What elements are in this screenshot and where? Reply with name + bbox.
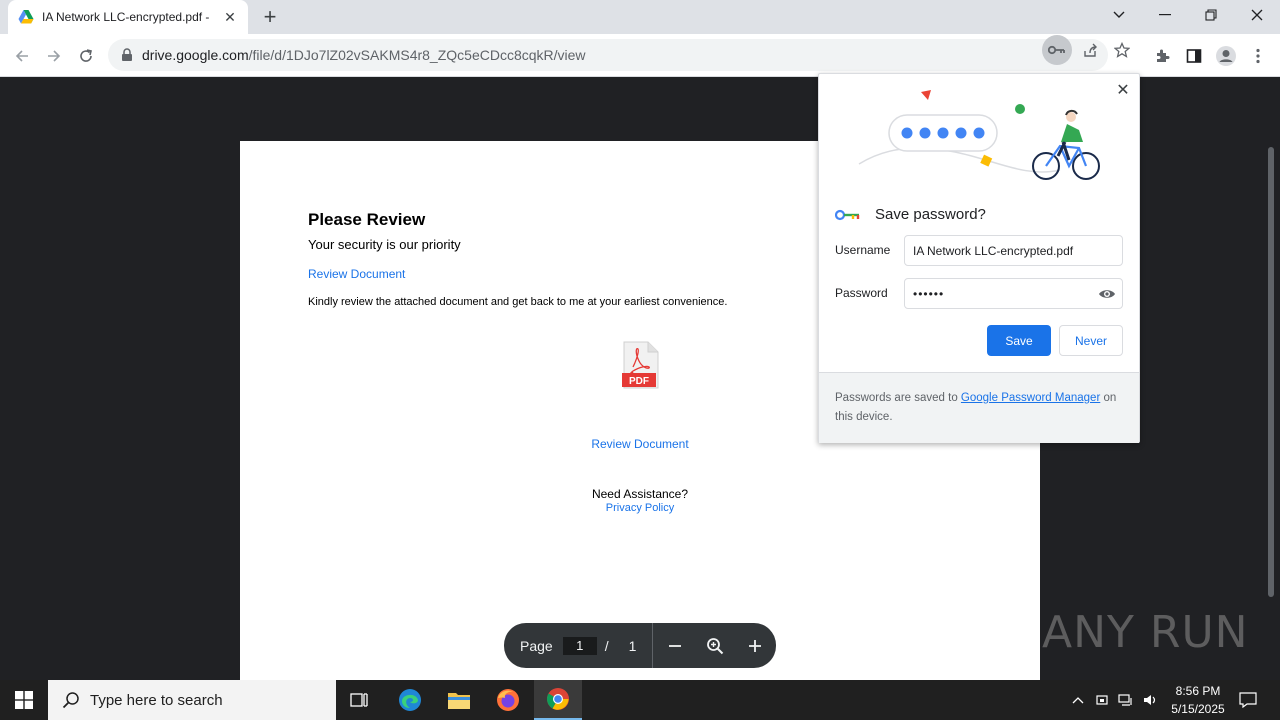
url-path: /file/d/1DJo7lZ02vSAKMS4r8_ZQc5eCDcc8cqk… — [248, 47, 586, 63]
extensions-icon[interactable] — [1148, 42, 1176, 70]
pdf-file-icon[interactable]: PDF — [621, 341, 659, 389]
restore-icon[interactable] — [1188, 0, 1234, 30]
review-document-link-center-label[interactable]: Review Document — [591, 437, 688, 451]
document-body-text: Kindly review the attached document and … — [308, 296, 728, 308]
minimize-icon[interactable] — [1142, 0, 1188, 30]
pdf-badge-text: PDF — [629, 376, 649, 387]
tab-active[interactable]: IA Network LLC-encrypted.pdf - ✕ — [8, 0, 248, 34]
profile-avatar-icon[interactable] — [1212, 42, 1240, 70]
tab-close-icon[interactable]: ✕ — [222, 9, 238, 25]
menu-kebab-icon[interactable] — [1244, 42, 1272, 70]
show-password-eye-icon[interactable] — [1098, 285, 1116, 303]
password-label: Password — [835, 286, 888, 300]
bubble-heading: Save password? — [835, 206, 986, 223]
zoom-out-icon — [669, 644, 682, 647]
bubble-title: Save password? — [875, 206, 986, 223]
forward-icon[interactable] — [40, 42, 68, 70]
username-field[interactable]: IA Network LLC-encrypted.pdf — [904, 235, 1123, 266]
search-placeholder: Type here to search — [90, 691, 223, 709]
document-heading: Please Review — [308, 210, 426, 229]
viewer-scrollbar[interactable] — [1268, 147, 1274, 597]
bubble-footer: Passwords are saved to Google Password M… — [819, 372, 1139, 443]
side-panel-icon[interactable] — [1180, 42, 1208, 70]
windows-taskbar: Type here to search 8:56 PM 5/15/2025 — [0, 680, 1280, 720]
zoom-magnifier-icon — [707, 637, 724, 654]
password-key-icon[interactable] — [1042, 35, 1072, 65]
tab-search-icon[interactable] — [1096, 0, 1142, 30]
url-text: drive.google.com/file/d/1DJo7lZ02vSAKMS4… — [142, 47, 586, 63]
username-label: Username — [835, 243, 891, 257]
username-value: IA Network LLC-encrypted.pdf — [913, 243, 1074, 258]
privacy-policy-link[interactable]: Privacy Policy — [606, 502, 674, 514]
window-close-icon[interactable] — [1234, 0, 1280, 30]
page-number-input[interactable]: 1 — [562, 636, 597, 655]
key-icon — [835, 209, 860, 220]
security-tray-icon[interactable] — [1092, 680, 1112, 720]
anyrun-watermark: ANY RUN — [1042, 607, 1249, 658]
firefox-icon[interactable] — [484, 680, 532, 720]
chrome-taskbar-icon[interactable] — [534, 680, 582, 720]
google-drive-icon — [18, 10, 34, 24]
reload-icon[interactable] — [72, 42, 100, 70]
document-subheading: Your security is our priority — [308, 237, 461, 252]
never-button[interactable]: Never — [1059, 325, 1123, 356]
zoom-out-button[interactable] — [655, 623, 695, 668]
address-bar[interactable]: drive.google.com/file/d/1DJo7lZ02vSAKMS4… — [108, 39, 1108, 71]
page-controls-divider — [652, 623, 654, 668]
url-host: drive.google.com — [142, 47, 249, 63]
tray-chevron-icon[interactable] — [1068, 680, 1088, 720]
page-label: Page — [520, 637, 553, 654]
taskbar-clock[interactable]: 8:56 PM 5/15/2025 — [1160, 682, 1236, 718]
footer-text-prefix: Passwords are saved to — [835, 392, 961, 404]
save-button[interactable]: Save — [987, 325, 1051, 356]
volume-icon[interactable] — [1140, 680, 1160, 720]
page-controls: Page 1 / 1 — [504, 623, 776, 668]
file-explorer-icon[interactable] — [435, 680, 483, 720]
password-field[interactable]: •••••• — [904, 278, 1123, 309]
zoom-in-button[interactable] — [735, 623, 775, 668]
network-icon[interactable] — [1116, 680, 1136, 720]
review-document-link-top[interactable]: Review Document — [308, 267, 405, 281]
fit-zoom-button[interactable] — [695, 623, 735, 668]
start-button[interactable] — [0, 680, 48, 720]
windows-logo-icon — [15, 691, 33, 709]
bookmark-star-icon[interactable] — [1110, 38, 1134, 62]
password-illustration — [858, 90, 1100, 180]
need-assistance-text: Need Assistance? — [591, 487, 689, 501]
clock-time: 8:56 PM — [1175, 684, 1221, 698]
back-icon[interactable] — [8, 42, 36, 70]
save-password-bubble: ✕ Save password? Username IA Network LLC… — [818, 73, 1140, 443]
new-tab-button[interactable]: + — [258, 6, 282, 30]
search-icon — [62, 692, 79, 709]
password-manager-link[interactable]: Google Password Manager — [961, 392, 1100, 404]
browser-toolbar: drive.google.com/file/d/1DJo7lZ02vSAKMS4… — [0, 34, 1280, 77]
task-view-icon[interactable] — [336, 680, 384, 720]
tab-title: IA Network LLC-encrypted.pdf - — [42, 10, 210, 24]
page-total: 1 — [628, 637, 637, 654]
share-icon[interactable] — [1078, 38, 1102, 62]
password-value: •••••• — [913, 286, 945, 301]
page-separator: / — [604, 637, 609, 654]
edge-icon[interactable] — [386, 680, 434, 720]
notifications-icon[interactable] — [1236, 680, 1260, 720]
clock-date: 5/15/2025 — [1171, 702, 1225, 716]
bubble-close-icon[interactable]: ✕ — [1113, 80, 1133, 100]
taskbar-search-box[interactable]: Type here to search — [48, 680, 336, 720]
lock-icon — [122, 48, 132, 61]
privacy-policy-link-row: Privacy Policy — [240, 502, 1040, 514]
zoom-in-icon — [749, 639, 762, 652]
tab-strip: IA Network LLC-encrypted.pdf - ✕ + — [0, 0, 1280, 34]
